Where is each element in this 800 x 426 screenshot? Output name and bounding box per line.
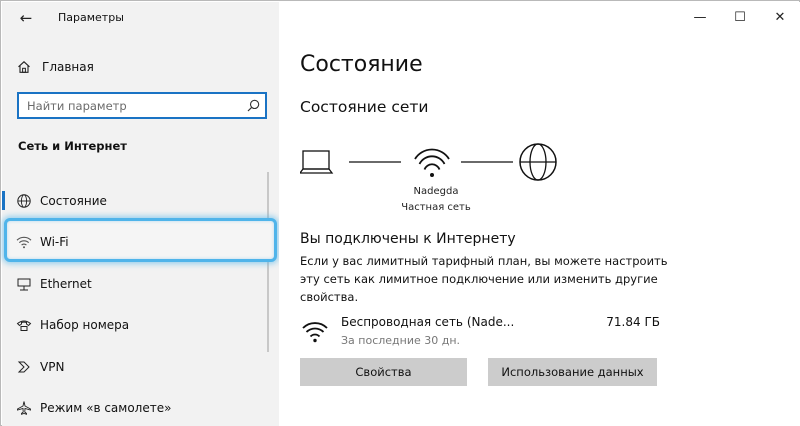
data-usage-button[interactable]: Использование данных bbox=[488, 358, 657, 386]
sidebar-item-airplane[interactable]: Режим «в самолете» bbox=[2, 388, 279, 426]
internet-globe-icon bbox=[519, 143, 557, 181]
connection-status-description: Если у вас лимитный тарифный план, вы мо… bbox=[300, 254, 668, 304]
home-icon bbox=[2, 60, 42, 74]
wifi-icon bbox=[2, 235, 40, 249]
vpn-icon bbox=[2, 359, 40, 375]
sidebar-item-label: Набор номера bbox=[40, 318, 130, 333]
network-type: Частная сеть bbox=[401, 202, 471, 213]
sidebar-item-label: Режим «в самолете» bbox=[40, 401, 172, 416]
app-title: Параметры bbox=[58, 11, 124, 24]
search-icon[interactable] bbox=[241, 99, 265, 112]
search-field[interactable] bbox=[17, 92, 267, 119]
maximize-button[interactable]: ☐ bbox=[720, 2, 760, 32]
sidebar-item-home[interactable]: Главная bbox=[2, 54, 279, 80]
computer-icon bbox=[300, 150, 334, 174]
settings-window: ← Параметры Главная Сеть и Интернет Сост… bbox=[0, 0, 800, 426]
nav-list: Состояние Wi-Fi Ethernet Набор номера VP… bbox=[2, 180, 279, 426]
connection-name: Беспроводная сеть (Nade... bbox=[341, 315, 515, 329]
sidebar-item-vpn[interactable]: VPN bbox=[2, 346, 279, 388]
properties-button[interactable]: Свойства bbox=[300, 358, 467, 386]
sidebar-item-ethernet[interactable]: Ethernet bbox=[2, 263, 279, 305]
connection-status-title: Вы подключены к Интернету bbox=[300, 231, 516, 247]
network-name: Nadegda bbox=[413, 186, 459, 197]
ethernet-icon bbox=[2, 276, 40, 292]
minimize-button[interactable]: — bbox=[680, 2, 720, 32]
sidebar-item-status[interactable]: Состояние bbox=[2, 180, 279, 222]
data-usage-value: 71.84 ГБ bbox=[606, 315, 660, 329]
airplane-icon bbox=[2, 400, 40, 416]
home-label: Главная bbox=[42, 60, 94, 74]
connection-row[interactable]: Беспроводная сеть (Nade... За последние … bbox=[300, 313, 660, 353]
globe-status-icon bbox=[2, 193, 40, 209]
close-button[interactable]: ✕ bbox=[760, 2, 800, 32]
section-title: Состояние сети bbox=[300, 98, 429, 116]
wifi-icon bbox=[302, 319, 328, 347]
sidebar-item-wifi[interactable]: Wi-Fi bbox=[2, 222, 279, 264]
sidebar-item-label: Ethernet bbox=[40, 276, 92, 291]
page-title: Состояние bbox=[300, 52, 423, 77]
sidebar-item-label: Wi-Fi bbox=[40, 235, 69, 250]
dialup-icon bbox=[2, 317, 40, 333]
sidebar-item-label: VPN bbox=[40, 359, 65, 374]
search-input[interactable] bbox=[19, 94, 241, 117]
window-controls: — ☐ ✕ bbox=[680, 2, 800, 32]
sidebar-item-label: Состояние bbox=[40, 193, 107, 208]
sidebar-item-dialup[interactable]: Набор номера bbox=[2, 305, 279, 347]
wifi-router-icon bbox=[414, 148, 450, 177]
section-heading: Сеть и Интернет bbox=[18, 139, 127, 153]
connection-period: За последние 30 дн. bbox=[341, 334, 461, 347]
back-button[interactable]: ← bbox=[14, 6, 38, 30]
main-content: — ☐ ✕ Состояние Состояние сети Nadegda Ч… bbox=[279, 2, 800, 426]
sidebar: ← Параметры Главная Сеть и Интернет Сост… bbox=[2, 2, 279, 426]
